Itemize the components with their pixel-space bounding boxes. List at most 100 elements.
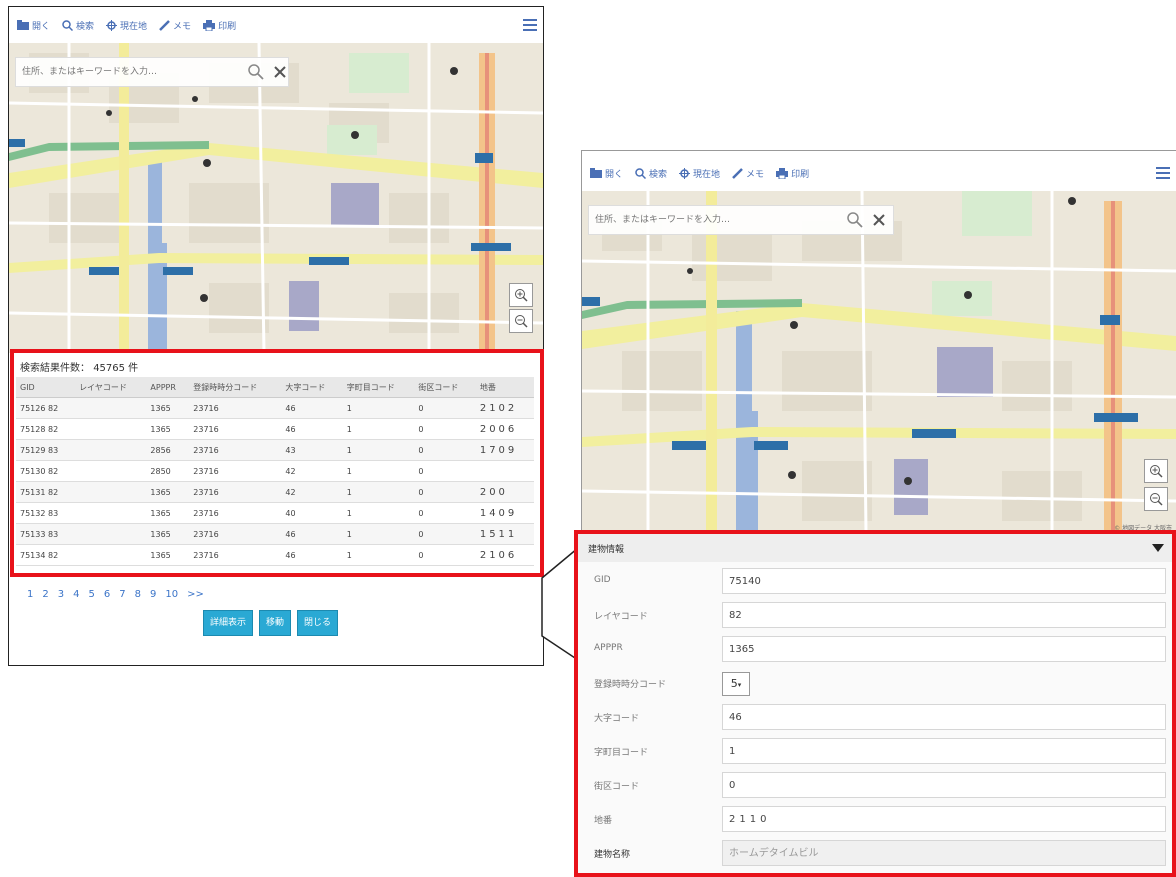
- layer-code-field[interactable]: 82: [722, 602, 1166, 628]
- field-label: 大字コード: [594, 714, 640, 724]
- table-cell: 42: [281, 460, 343, 482]
- zoom-in-icon: [1150, 465, 1163, 478]
- zoom-out-button[interactable]: [509, 309, 533, 333]
- table-cell: 0: [414, 460, 476, 482]
- column-header: レイヤコード: [75, 377, 147, 398]
- search-button[interactable]: 検索: [62, 19, 94, 32]
- table-cell: 1709: [475, 439, 534, 461]
- search-input[interactable]: [16, 59, 234, 85]
- magnifier-icon[interactable]: [847, 212, 863, 228]
- oaza-code-field[interactable]: 46: [722, 704, 1166, 730]
- gid-field[interactable]: 75140: [722, 568, 1166, 594]
- open-button[interactable]: 開く: [17, 19, 50, 32]
- page-link[interactable]: 6: [104, 589, 110, 600]
- location-button[interactable]: 現在地: [106, 19, 147, 32]
- search-button[interactable]: 検索: [635, 167, 667, 180]
- table-row[interactable]: 75134 82 1365 23716 46 1 0 2106: [16, 544, 534, 566]
- next-page-link[interactable]: >>: [187, 589, 204, 600]
- building-name-field[interactable]: ホームデタイムビル: [722, 840, 1166, 866]
- chome-code-field[interactable]: 1: [722, 738, 1166, 764]
- map-view[interactable]: [9, 43, 543, 353]
- detail-field-oaza: 大字コード 46: [578, 700, 1172, 734]
- table-row[interactable]: 75130 82 2850 23716 42 1 0: [16, 460, 534, 482]
- open-button[interactable]: 開く: [590, 167, 623, 180]
- collapse-caret-icon[interactable]: [1152, 544, 1164, 552]
- table-row[interactable]: 75128 82 1365 23716 46 1 0 2006: [16, 418, 534, 440]
- chevron-down-icon: ▾: [737, 681, 742, 689]
- table-cell: 1365: [146, 481, 190, 503]
- detail-field-apppr: APPPR 1365: [578, 632, 1172, 666]
- table-cell: [75, 481, 147, 503]
- table-cell: 1365: [146, 418, 190, 440]
- table-cell: 1: [342, 523, 415, 545]
- table-cell: 0: [414, 523, 476, 545]
- lot-number-field[interactable]: 2110: [722, 806, 1166, 832]
- table-cell: 46: [281, 523, 343, 545]
- table-cell: 75131 82: [16, 481, 76, 503]
- table-cell: 1: [342, 439, 415, 461]
- map-graphic: [582, 191, 1176, 533]
- move-button[interactable]: 移動: [259, 610, 292, 636]
- field-label: GID: [594, 575, 611, 585]
- zoom-in-button[interactable]: [1144, 459, 1168, 483]
- hamburger-icon[interactable]: [1156, 167, 1170, 179]
- map-view[interactable]: [582, 191, 1176, 533]
- zoom-in-button[interactable]: [509, 283, 533, 307]
- detail-header-label: 建物情報: [588, 544, 625, 555]
- search-bar: [588, 205, 894, 235]
- memo-label: メモ: [746, 169, 765, 180]
- table-cell: 23716: [189, 481, 282, 503]
- table-cell: 75132 83: [16, 502, 76, 524]
- table-row[interactable]: 75126 82 1365 23716 46 1 0 2102: [16, 397, 534, 419]
- table-cell: 75134 82: [16, 544, 76, 566]
- close-button[interactable]: 閉じる: [297, 610, 339, 636]
- detail-field-time-code: 登録時時分コード 5▾: [578, 666, 1172, 700]
- table-row[interactable]: 75131 82 1365 23716 42 1 0 200: [16, 481, 534, 503]
- magnifier-icon[interactable]: [248, 64, 264, 80]
- field-label: APPPR: [594, 643, 623, 653]
- page-link[interactable]: 10: [165, 589, 178, 600]
- table-cell: 23716: [189, 397, 282, 419]
- field-label: 街区コード: [594, 782, 640, 792]
- detail-button[interactable]: 詳細表示: [203, 610, 254, 636]
- table-cell: 1365: [146, 544, 190, 566]
- table-cell: [75, 397, 147, 419]
- page-link[interactable]: 5: [89, 589, 95, 600]
- page-link[interactable]: 1: [27, 589, 33, 600]
- table-cell: [75, 460, 147, 482]
- page-link[interactable]: 7: [119, 589, 125, 600]
- close-icon[interactable]: [873, 214, 885, 226]
- memo-label: メモ: [173, 21, 192, 32]
- page-link[interactable]: 4: [73, 589, 79, 600]
- open-label: 開く: [32, 21, 51, 32]
- print-button[interactable]: 印刷: [203, 19, 236, 32]
- print-button[interactable]: 印刷: [776, 167, 809, 180]
- page-link[interactable]: 3: [58, 589, 64, 600]
- column-header: 字町目コード: [342, 377, 415, 398]
- page-link[interactable]: 9: [150, 589, 156, 600]
- page-link[interactable]: 2: [42, 589, 48, 600]
- field-label: 地番: [594, 816, 613, 826]
- table-row[interactable]: 75133 83 1365 23716 46 1 0 1511: [16, 523, 534, 545]
- field-label: 字町目コード: [594, 748, 649, 758]
- hamburger-icon[interactable]: [523, 19, 537, 31]
- table-cell: 46: [281, 397, 343, 419]
- table-cell: 1: [342, 481, 415, 503]
- search-input[interactable]: [589, 207, 833, 233]
- table-row[interactable]: 75129 83 2856 23716 43 1 0 1709: [16, 439, 534, 461]
- block-code-field[interactable]: 0: [722, 772, 1166, 798]
- search-icon: [635, 167, 647, 179]
- memo-button[interactable]: メモ: [732, 167, 764, 180]
- memo-button[interactable]: メモ: [159, 19, 191, 32]
- zoom-out-button[interactable]: [1144, 487, 1168, 511]
- detail-header[interactable]: 建物情報: [578, 534, 1172, 562]
- time-code-select[interactable]: 5▾: [722, 672, 750, 696]
- table-row[interactable]: 75132 83 1365 23716 40 1 0 1409: [16, 502, 534, 524]
- close-icon[interactable]: [274, 66, 286, 78]
- page-link[interactable]: 8: [135, 589, 141, 600]
- print-label: 印刷: [218, 21, 237, 32]
- apppr-field[interactable]: 1365: [722, 636, 1166, 662]
- field-label: 建物名称: [594, 850, 631, 860]
- column-header: GID: [16, 377, 76, 398]
- location-button[interactable]: 現在地: [679, 167, 720, 180]
